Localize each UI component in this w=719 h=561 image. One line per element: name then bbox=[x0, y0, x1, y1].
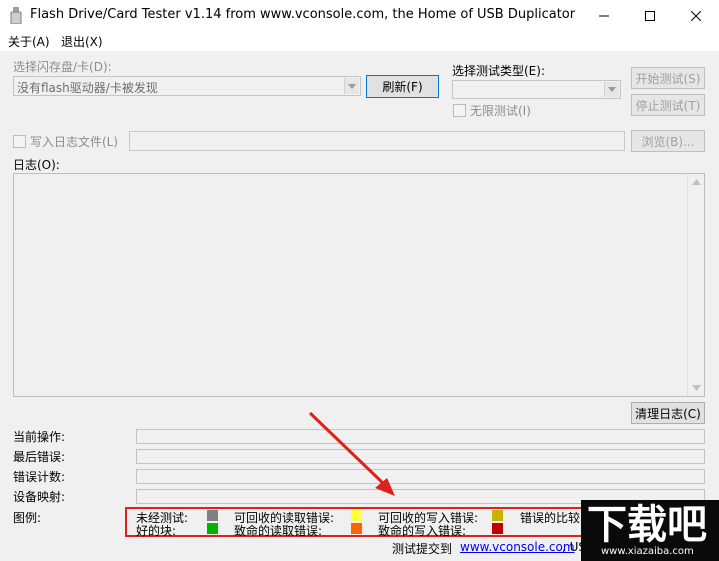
log-label: 日志(O): bbox=[13, 158, 60, 172]
close-icon bbox=[691, 10, 701, 21]
watermark-url: www.xiazaiba.com bbox=[601, 546, 694, 557]
scroll-up-icon[interactable] bbox=[692, 179, 701, 185]
maximize-icon bbox=[645, 10, 655, 21]
usb-drive-icon bbox=[10, 7, 22, 24]
legend-compare-error-label: 错误的比较 bbox=[520, 511, 581, 525]
chevron-down-icon[interactable] bbox=[604, 82, 619, 97]
minimize-button[interactable] bbox=[581, 0, 627, 31]
legend-fatal-write-label: 致命的写入错误: bbox=[378, 524, 467, 538]
clear-log-button[interactable]: 清理日志(C) bbox=[631, 402, 705, 424]
menu-about[interactable]: 关于(A) bbox=[8, 33, 50, 50]
drive-select-label: 选择闪存盘/卡(D): bbox=[13, 60, 112, 74]
log-scrollbar[interactable] bbox=[687, 174, 704, 396]
logfile-path-input[interactable] bbox=[129, 131, 625, 151]
error-count-label: 错误计数: bbox=[13, 470, 66, 484]
minimize-icon bbox=[599, 15, 609, 16]
footer-link[interactable]: www.vconsole.com bbox=[460, 540, 575, 554]
footer-prefix: 测试提交到 bbox=[392, 542, 453, 556]
legend-recoverable-read-swatch bbox=[351, 510, 362, 521]
legend-label: 图例: bbox=[13, 511, 42, 525]
menu-bar: 关于(A) 退出(X) bbox=[0, 31, 719, 51]
last-error-label: 最后错误: bbox=[13, 450, 66, 464]
legend-fatal-write-swatch bbox=[492, 523, 503, 534]
legend-good-block-label: 好的块: bbox=[136, 524, 177, 538]
legend-fatal-read-swatch bbox=[351, 523, 362, 534]
annotation-arrow bbox=[308, 411, 395, 496]
site-watermark: 下载吧 www.xiazaiba.com bbox=[581, 500, 719, 561]
test-type-combobox[interactable] bbox=[452, 80, 621, 99]
stop-test-button[interactable]: 停止测试(T) bbox=[631, 94, 705, 116]
title-bar: Flash Drive/Card Tester v1.14 from www.v… bbox=[0, 0, 719, 31]
legend-fatal-read-label: 致命的读取错误: bbox=[234, 524, 323, 538]
menu-exit[interactable]: 退出(X) bbox=[61, 33, 103, 50]
close-button[interactable] bbox=[673, 0, 719, 31]
watermark-logo-text: 下载吧 bbox=[587, 502, 707, 548]
infinite-test-label: 无限测试(I) bbox=[470, 104, 531, 118]
refresh-button[interactable]: 刷新(F) bbox=[366, 75, 439, 98]
current-operation-label: 当前操作: bbox=[13, 430, 66, 444]
write-logfile-checkbox[interactable] bbox=[13, 135, 26, 148]
current-operation-field bbox=[136, 429, 705, 444]
test-type-label: 选择测试类型(E): bbox=[452, 64, 545, 78]
write-logfile-label: 写入日志文件(L) bbox=[30, 135, 119, 149]
maximize-button[interactable] bbox=[627, 0, 673, 31]
legend-untested-swatch bbox=[207, 510, 218, 521]
chevron-down-icon[interactable] bbox=[344, 78, 359, 94]
window-title: Flash Drive/Card Tester v1.14 from www.v… bbox=[30, 7, 576, 22]
drive-select-value: 没有flash驱动器/卡被发现 bbox=[17, 81, 158, 95]
drive-select-combobox[interactable]: 没有flash驱动器/卡被发现 bbox=[13, 76, 361, 96]
legend-good-block-swatch bbox=[207, 523, 218, 534]
scroll-down-icon[interactable] bbox=[692, 385, 701, 391]
legend-recoverable-write-swatch bbox=[492, 510, 503, 521]
last-error-field bbox=[136, 449, 705, 464]
start-test-button[interactable]: 开始测试(S) bbox=[631, 67, 705, 89]
error-count-field bbox=[136, 469, 705, 484]
infinite-test-checkbox[interactable] bbox=[453, 104, 466, 117]
device-map-label: 设备映射: bbox=[13, 490, 66, 504]
log-textarea[interactable] bbox=[13, 173, 705, 397]
browse-button[interactable]: 浏览(B)... bbox=[631, 130, 705, 152]
